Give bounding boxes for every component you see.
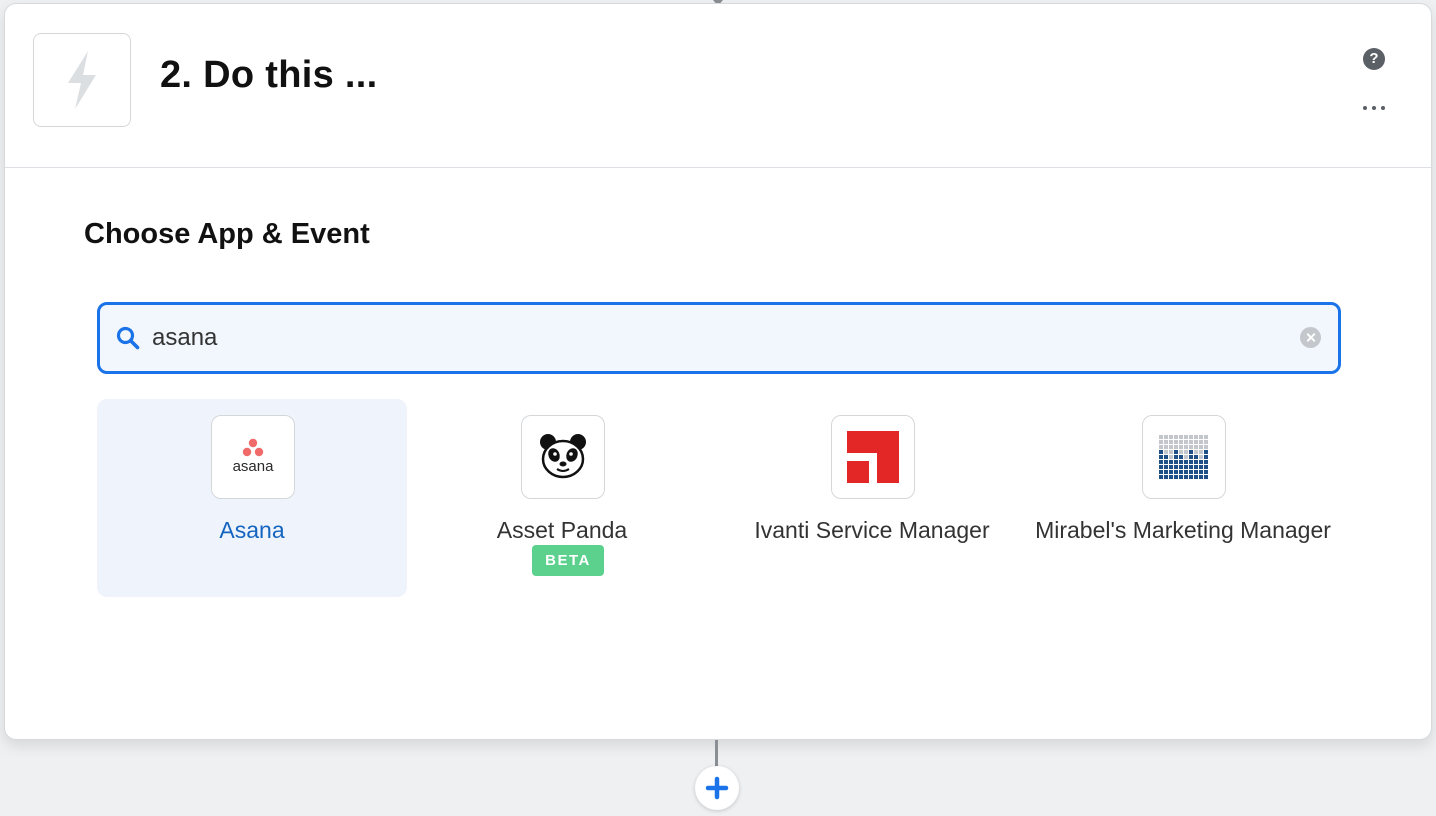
clear-search-icon[interactable]	[1300, 327, 1321, 348]
asana-logo-icon: asana	[211, 415, 295, 499]
search-input[interactable]	[152, 319, 1272, 357]
beta-badge: BETA	[532, 545, 604, 576]
app-option-asset-panda[interactable]: Asset Panda BETA	[407, 399, 717, 597]
app-name: Mirabel's Marketing Manager	[1035, 517, 1331, 543]
app-option-asana[interactable]: asana Asana	[97, 399, 407, 597]
app-name: Asset Panda	[496, 517, 628, 543]
step-title: 2. Do this ...	[160, 54, 378, 96]
app-option-ivanti[interactable]: Ivanti Service Manager	[717, 399, 1027, 597]
step-header: 2. Do this ... ?	[5, 4, 1431, 168]
search-icon	[116, 326, 140, 350]
ivanti-logo-icon	[831, 415, 915, 499]
plus-icon	[705, 776, 729, 800]
step-card: 2. Do this ... ? Choose App & Event asan…	[4, 3, 1432, 740]
app-name: Asana	[219, 517, 285, 543]
more-options-icon[interactable]	[1363, 102, 1385, 114]
connector-line	[715, 740, 718, 768]
add-step-button[interactable]	[695, 766, 739, 810]
app-option-mirabel[interactable]: Mirabel's Marketing Manager	[1028, 399, 1338, 597]
svg-text:asana: asana	[233, 458, 275, 475]
panda-logo-icon	[521, 415, 605, 499]
app-name: Ivanti Service Manager	[754, 517, 990, 543]
bolt-icon	[68, 51, 96, 109]
section-title: Choose App & Event	[84, 218, 370, 250]
app-search-box[interactable]	[97, 302, 1341, 374]
help-icon[interactable]: ?	[1363, 48, 1385, 70]
mirabel-logo-icon	[1142, 415, 1226, 499]
step-app-icon-placeholder[interactable]	[33, 33, 131, 127]
